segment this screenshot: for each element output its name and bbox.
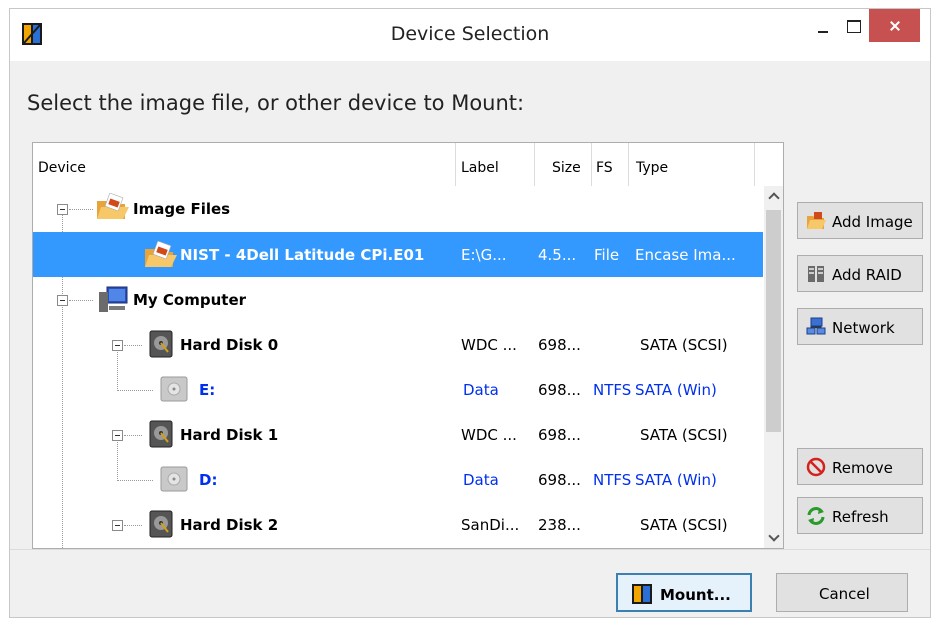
device-size: 698... [538, 336, 581, 354]
window-title: Device Selection [390, 23, 550, 45]
tree-node-my-computer[interactable]: My Computer [33, 277, 763, 322]
device-size: 698... [538, 471, 581, 489]
scroll-thumb[interactable] [766, 210, 781, 432]
tree-node-image-files[interactable]: Image Files [33, 186, 763, 231]
device-name: Image Files [133, 200, 231, 218]
cancel-button[interactable]: Cancel [776, 573, 908, 612]
device-type: SATA (SCSI) [640, 336, 728, 354]
device-type: Encase Ima... [635, 246, 736, 264]
tree-node-hard-disk-2[interactable]: Hard Disk 2 SanDi... 238... SATA (SCSI) [33, 502, 763, 547]
scroll-up-arrow-icon[interactable] [764, 186, 783, 206]
device-list[interactable]: Device Label Size FS Type Image Files NI… [32, 142, 784, 549]
scroll-down-arrow-icon[interactable] [764, 528, 783, 548]
mount-button[interactable]: Mount... [616, 573, 752, 612]
remove-icon [806, 457, 826, 477]
open-folder-icon [97, 193, 129, 219]
device-type: SATA (SCSI) [640, 426, 728, 444]
minimize-button[interactable] [810, 9, 836, 42]
device-label: SanDi... [461, 516, 520, 534]
tree-node-volume-d[interactable]: D: Data 698... NTFS SATA (Win) [33, 457, 763, 502]
mount-icon [632, 584, 652, 604]
device-size: 4.5... [538, 246, 577, 264]
column-device[interactable]: Device [38, 160, 86, 176]
title-bar[interactable]: Device Selection [10, 9, 930, 61]
device-selection-window: Device Selection Select the image file, … [9, 8, 931, 618]
remove-button[interactable]: Remove [797, 448, 923, 485]
device-name: My Computer [133, 291, 247, 309]
hard-disk-icon [149, 330, 173, 358]
tree-node-volume-e[interactable]: E: Data 698... NTFS SATA (Win) [33, 367, 763, 412]
device-type: SATA (Win) [635, 381, 717, 399]
tree-node-hard-disk-0[interactable]: Hard Disk 0 WDC ... 698... SATA (SCSI) [33, 322, 763, 367]
collapse-toggle[interactable] [112, 430, 123, 441]
device-fs: NTFS [593, 471, 632, 489]
raid-icon [808, 266, 824, 282]
device-size: 698... [538, 381, 581, 399]
device-type: SATA (Win) [635, 471, 717, 489]
add-image-icon [807, 212, 826, 229]
column-header: Device Label Size FS Type [33, 143, 783, 186]
device-name: Hard Disk 1 [180, 426, 279, 444]
refresh-button[interactable]: Refresh [797, 497, 923, 534]
volume-icon [160, 466, 188, 492]
close-button[interactable] [869, 9, 920, 42]
column-size[interactable]: Size [552, 160, 581, 176]
column-type[interactable]: Type [636, 160, 668, 176]
tree-node-image-file[interactable]: NIST - 4Dell Latitude CPi.E01 E:\G... 4.… [33, 232, 763, 277]
device-type: SATA (SCSI) [640, 516, 728, 534]
network-button[interactable]: Network [797, 308, 923, 345]
hard-disk-icon [149, 420, 173, 448]
hard-disk-icon [149, 510, 173, 538]
computer-icon [99, 286, 128, 312]
device-name: Hard Disk 0 [180, 336, 279, 354]
device-label: WDC ... [461, 336, 517, 354]
collapse-toggle[interactable] [112, 340, 123, 351]
add-raid-button[interactable]: Add RAID [797, 255, 923, 292]
device-label: WDC ... [461, 426, 517, 444]
maximize-button[interactable] [838, 9, 868, 42]
image-file-icon [145, 241, 177, 267]
collapse-toggle[interactable] [57, 204, 68, 215]
device-fs: File [594, 246, 620, 264]
device-label: Data [463, 471, 499, 489]
device-size: 238... [538, 516, 581, 534]
device-label: Data [463, 381, 499, 399]
column-fs[interactable]: FS [596, 160, 613, 176]
device-name: E: [199, 381, 216, 399]
collapse-toggle[interactable] [112, 520, 123, 531]
tree-node-hard-disk-1[interactable]: Hard Disk 1 WDC ... 698... SATA (SCSI) [33, 412, 763, 457]
device-name: Hard Disk 2 [180, 516, 279, 534]
column-label[interactable]: Label [461, 160, 499, 176]
vertical-scrollbar[interactable] [764, 186, 783, 548]
device-fs: NTFS [593, 381, 632, 399]
network-icon [806, 317, 826, 335]
device-name: D: [199, 471, 218, 489]
collapse-toggle[interactable] [57, 295, 68, 306]
instruction-text: Select the image file, or other device t… [27, 91, 525, 115]
volume-icon [160, 376, 188, 402]
device-label: E:\G... [461, 246, 507, 264]
add-image-button[interactable]: Add Image [797, 202, 923, 239]
device-name: NIST - 4Dell Latitude CPi.E01 [180, 246, 425, 264]
refresh-icon [807, 507, 825, 525]
device-size: 698... [538, 426, 581, 444]
dialog-footer: Mount... Cancel [10, 549, 930, 617]
